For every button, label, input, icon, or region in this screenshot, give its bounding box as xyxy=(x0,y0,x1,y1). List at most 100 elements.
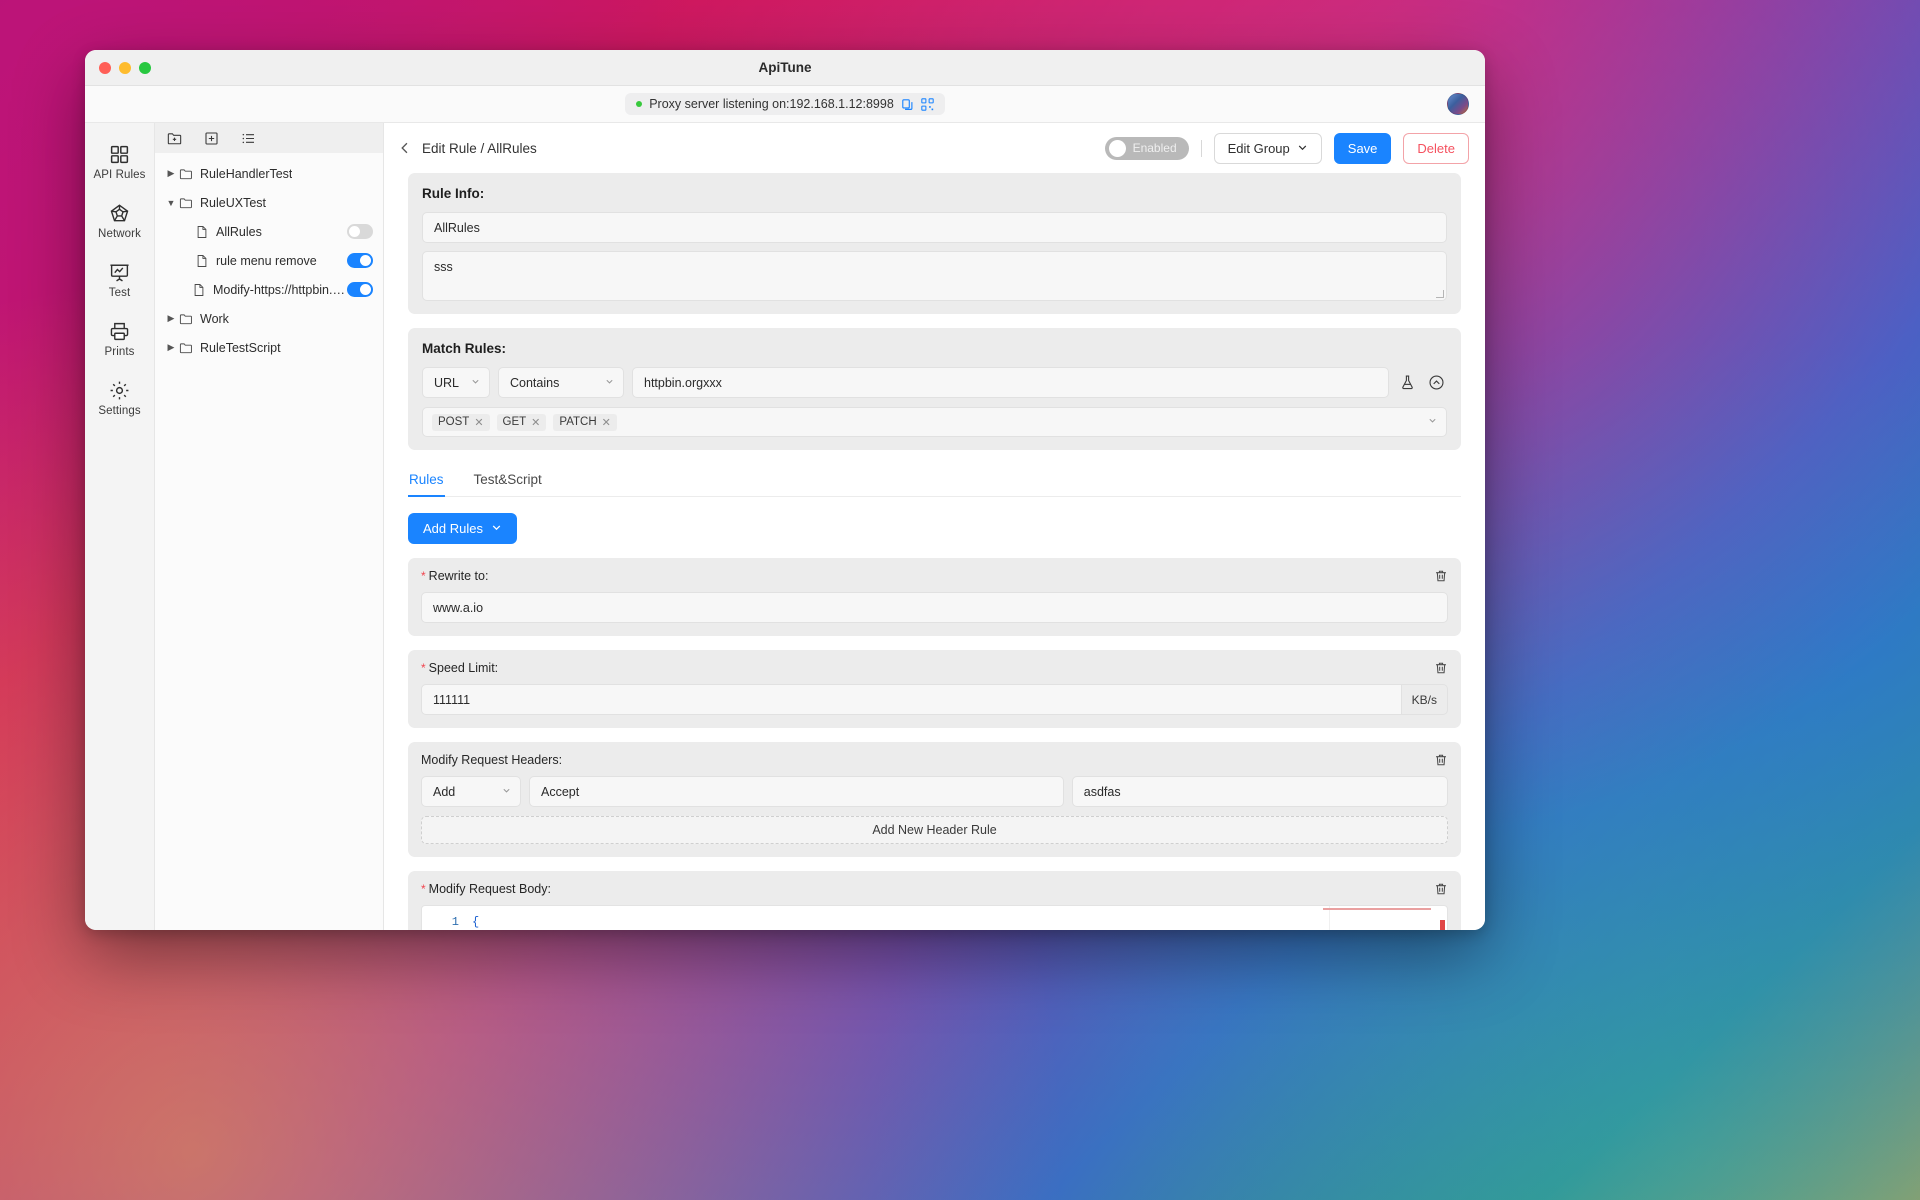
request-body-code-editor[interactable]: 123 {aaa: 123} xyxy=(421,905,1448,930)
caret-right-icon[interactable]: ▶ xyxy=(163,168,179,179)
sidebar-item-api-rules[interactable]: API Rules xyxy=(89,135,151,190)
file-icon xyxy=(195,254,209,268)
speed-limit-input[interactable]: 111111 xyxy=(421,684,1402,715)
required-marker: * xyxy=(421,570,426,582)
header-name-input[interactable]: Accept xyxy=(529,776,1064,807)
required-marker: * xyxy=(421,883,426,895)
circle-chevron-up-icon[interactable] xyxy=(1426,372,1447,393)
header-rule-row: Add Accept asdfas xyxy=(421,776,1448,807)
back-chevron-icon[interactable] xyxy=(398,141,412,155)
proxy-status-pill[interactable]: Proxy server listening on:192.168.1.12:8… xyxy=(625,93,945,115)
remove-tag-icon[interactable]: ✕ xyxy=(531,416,540,429)
code-line[interactable]: { xyxy=(468,912,1447,930)
rule-editor-scroll[interactable]: Rule Info: AllRules sss Match Rules: URL xyxy=(384,173,1485,930)
rule-enable-switch[interactable] xyxy=(347,253,373,268)
rule-label: Speed Limit: xyxy=(429,661,498,675)
new-file-icon[interactable] xyxy=(204,131,219,146)
required-marker: * xyxy=(421,662,426,674)
http-methods-select[interactable]: POST ✕ GET ✕ PATCH ✕ xyxy=(422,407,1447,437)
tree-file-row[interactable]: rule menu remove xyxy=(155,246,383,275)
tab-rules[interactable]: Rules xyxy=(408,464,445,496)
folder-icon xyxy=(179,167,193,181)
save-button[interactable]: Save xyxy=(1334,133,1392,164)
rule-header: * Speed Limit: xyxy=(421,661,1448,675)
tree-folder-row[interactable]: ▼ RuleUXTest xyxy=(155,188,383,217)
sidebar-item-test[interactable]: Test xyxy=(89,253,151,308)
header-value-input[interactable]: asdfas xyxy=(1072,776,1448,807)
trash-icon[interactable] xyxy=(1434,882,1448,896)
tree-item-label: RuleUXTest xyxy=(200,196,266,210)
code-token: { xyxy=(472,915,479,929)
rule-enable-switch[interactable] xyxy=(347,224,373,239)
method-tag-label: GET xyxy=(503,416,527,428)
method-tag[interactable]: POST ✕ xyxy=(432,414,490,431)
avatar[interactable] xyxy=(1447,93,1469,115)
app-body: API Rules Network xyxy=(85,123,1485,930)
caret-right-icon[interactable]: ▶ xyxy=(163,342,179,353)
new-folder-icon[interactable] xyxy=(167,131,182,146)
edit-group-button[interactable]: Edit Group xyxy=(1214,133,1322,164)
sidebar-item-network[interactable]: Network xyxy=(89,194,151,249)
window-titlebar: ApiTune xyxy=(85,50,1485,86)
tree-item-label: Work xyxy=(200,312,229,326)
rule-card-modify-request-body: * Modify Request Body: 123 {aaa: 123} xyxy=(408,871,1461,930)
add-new-header-rule-button[interactable]: Add New Header Rule xyxy=(421,816,1448,844)
match-operator-value: Contains xyxy=(510,376,559,390)
resize-handle[interactable] xyxy=(1436,290,1444,298)
chevron-down-icon xyxy=(491,521,502,536)
rule-tabs: Rules Test&Script xyxy=(408,464,1461,497)
printer-icon xyxy=(109,321,130,342)
trash-icon[interactable] xyxy=(1434,569,1448,583)
tree-item-label: Modify-https://httpbin.org/pa... xyxy=(213,283,347,297)
method-tag[interactable]: PATCH ✕ xyxy=(553,414,617,431)
sidebar-item-prints[interactable]: Prints xyxy=(89,312,151,367)
rule-enable-switch[interactable] xyxy=(347,282,373,297)
sidebar-item-label: Settings xyxy=(98,405,140,417)
match-target-select[interactable]: URL xyxy=(422,367,490,398)
trash-icon[interactable] xyxy=(1434,661,1448,675)
tree-file-row[interactable]: Modify-https://httpbin.org/pa... xyxy=(155,275,383,304)
folder-icon xyxy=(179,341,193,355)
proxy-status-dot xyxy=(636,101,642,107)
rewrite-to-input[interactable]: www.a.io xyxy=(421,592,1448,623)
caret-right-icon[interactable]: ▶ xyxy=(163,313,179,324)
list-icon[interactable] xyxy=(241,131,256,146)
header-action-value: Add xyxy=(433,785,455,799)
remove-tag-icon[interactable]: ✕ xyxy=(474,416,483,429)
flask-icon[interactable] xyxy=(1397,372,1418,393)
remove-tag-icon[interactable]: ✕ xyxy=(602,416,611,429)
gear-icon xyxy=(109,380,130,401)
qrcode-icon[interactable] xyxy=(921,98,934,111)
editor-code-content[interactable]: {aaa: 123} xyxy=(468,906,1447,930)
copy-icon[interactable] xyxy=(901,98,914,111)
tree-folder-row[interactable]: ▶ RuleHandlerTest xyxy=(155,159,383,188)
method-tag-label: PATCH xyxy=(559,416,596,428)
tree-file-row[interactable]: AllRules xyxy=(155,217,383,246)
tab-test-and-script[interactable]: Test&Script xyxy=(473,464,543,496)
match-rules-title: Match Rules: xyxy=(422,341,1447,356)
match-target-value: URL xyxy=(434,376,459,390)
rule-description-input[interactable]: sss xyxy=(422,251,1447,301)
caret-down-icon[interactable]: ▼ xyxy=(163,198,179,208)
method-tag[interactable]: GET ✕ xyxy=(497,414,547,431)
sidebar-item-settings[interactable]: Settings xyxy=(89,371,151,426)
add-rules-button[interactable]: Add Rules xyxy=(408,513,517,544)
rule-name-input[interactable]: AllRules xyxy=(422,212,1447,243)
trash-icon[interactable] xyxy=(1434,753,1448,767)
main-content: Edit Rule / AllRules Enabled Edit Group xyxy=(384,123,1485,930)
rule-info-card: Rule Info: AllRules sss xyxy=(408,173,1461,314)
tree-folder-row[interactable]: ▶RuleTestScript xyxy=(155,333,383,362)
editor-minimap[interactable] xyxy=(1329,906,1447,930)
delete-button[interactable]: Delete xyxy=(1403,133,1469,164)
sidebar-item-label: Test xyxy=(109,287,131,299)
chevron-down-icon xyxy=(605,377,614,389)
match-operator-select[interactable]: Contains xyxy=(498,367,624,398)
rule-enabled-toggle[interactable]: Enabled xyxy=(1105,137,1189,160)
editor-line-numbers: 123 xyxy=(422,906,468,930)
tree-item-label: RuleHandlerTest xyxy=(200,167,292,181)
header-action-select[interactable]: Add xyxy=(421,776,521,807)
match-pattern-input[interactable]: httpbin.orgxxx xyxy=(632,367,1389,398)
tree-folder-row[interactable]: ▶ Work xyxy=(155,304,383,333)
rule-info-title: Rule Info: xyxy=(422,186,1447,201)
method-tag-label: POST xyxy=(438,416,469,428)
